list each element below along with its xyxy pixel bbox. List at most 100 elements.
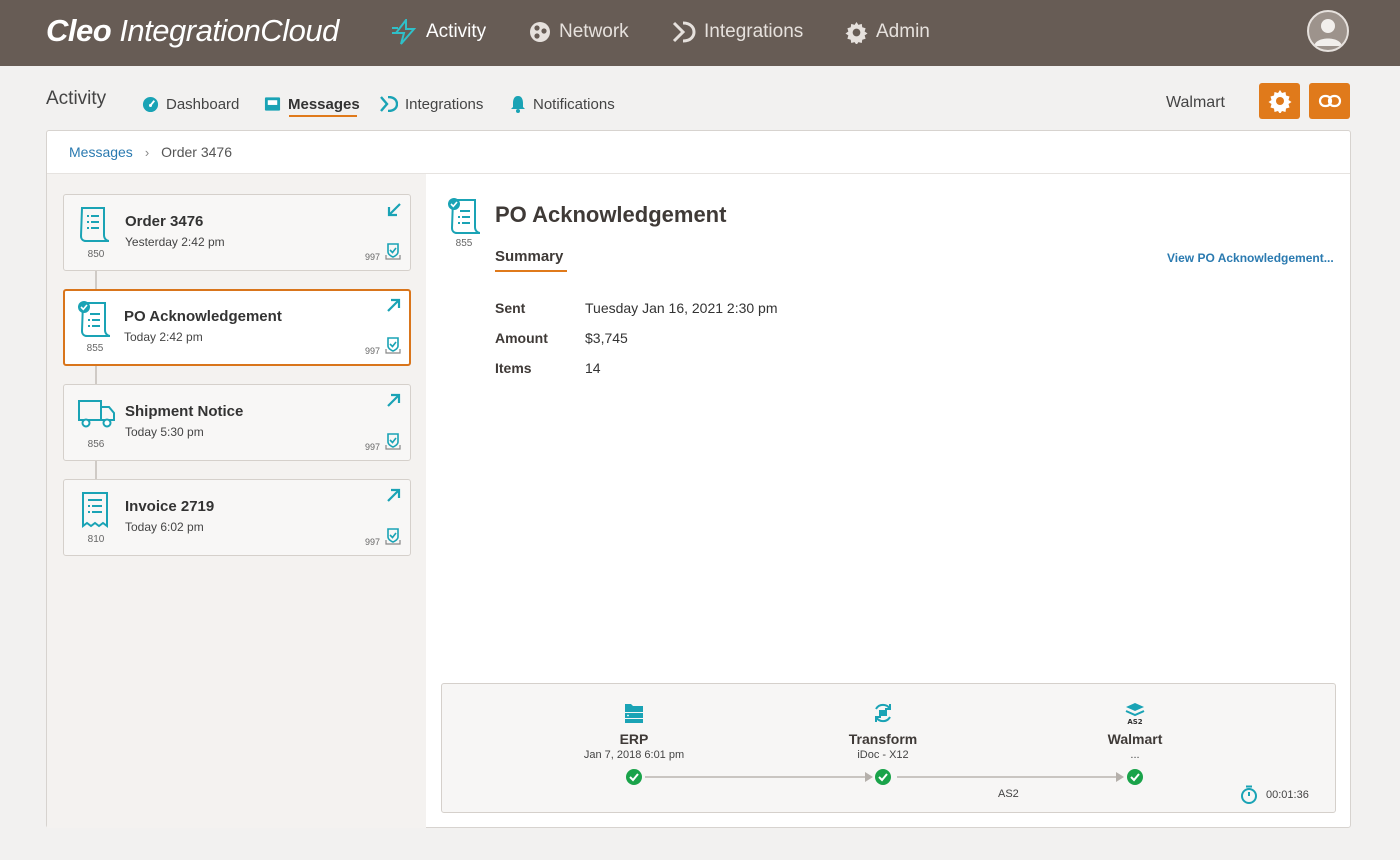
topnav-integrations[interactable]: Integrations	[672, 18, 803, 46]
timeline-connector	[95, 460, 97, 480]
inbox-icon	[264, 97, 281, 111]
subnav-integrations[interactable]: Integrations	[380, 90, 483, 118]
tab-summary[interactable]: Summary	[495, 248, 563, 265]
chevron-right-icon: ›	[144, 144, 150, 160]
ack-received-icon	[385, 528, 401, 545]
ack-received-icon	[385, 433, 401, 450]
document-check-icon	[448, 198, 481, 234]
user-avatar[interactable]	[1307, 10, 1349, 52]
bell-icon	[511, 96, 525, 113]
active-tab-underline	[495, 270, 567, 272]
outbound-arrow-icon	[387, 393, 401, 407]
folder-server-icon	[625, 704, 643, 723]
subnav-messages-label: Messages	[288, 95, 360, 113]
flow-arrow-icon	[865, 772, 873, 782]
partner-name: Walmart	[1166, 94, 1225, 111]
subnav-messages[interactable]: Messages	[264, 90, 360, 118]
edi-code: 850	[87, 249, 105, 260]
activity-bolt-icon	[392, 19, 417, 45]
message-title: PO Acknowledgement	[124, 308, 282, 325]
field-value-amount: $3,745	[585, 330, 628, 346]
active-tab-underline	[289, 115, 357, 117]
truck-icon	[78, 400, 115, 428]
gear-icon	[845, 21, 868, 44]
success-check-icon	[875, 769, 891, 785]
document-check-icon	[78, 301, 111, 337]
ack-received-icon	[385, 337, 401, 354]
breadcrumb-current: Order 3476	[161, 144, 232, 160]
detail-title: PO Acknowledgement	[495, 202, 727, 227]
message-card-order[interactable]: 850 Order 3476 Yesterday 2:42 pm 997	[63, 194, 411, 271]
message-title: Shipment Notice	[125, 403, 244, 420]
section-title: Activity	[46, 88, 107, 109]
subnav-dashboard[interactable]: Dashboard	[142, 90, 239, 118]
success-check-icon	[626, 769, 642, 785]
message-card-invoice[interactable]: 810 Invoice 2719 Today 6:02 pm 997	[63, 479, 411, 556]
partner-settings-button[interactable]	[1259, 83, 1300, 119]
message-title: Invoice 2719	[125, 498, 215, 515]
topnav-admin-label: Admin	[876, 21, 930, 42]
transform-cycle-icon	[875, 703, 891, 723]
field-label-amount: Amount	[495, 330, 548, 346]
top-bar: Cleo IntegrationCloud Activity Network I…	[0, 0, 1400, 66]
field-value-sent: Tuesday Jan 16, 2021 2:30 pm	[585, 300, 778, 316]
topnav-activity[interactable]: Activity	[392, 18, 486, 46]
field-label-sent: Sent	[495, 300, 526, 316]
as2-icon-label: AS2	[1127, 718, 1142, 726]
edi-code: 855	[86, 343, 104, 354]
breadcrumb-messages-link[interactable]: Messages	[69, 144, 133, 160]
field-value-items: 14	[585, 360, 601, 376]
subnav-notifications-label: Notifications	[533, 95, 615, 113]
dashboard-gauge-icon	[142, 96, 159, 112]
gear-icon	[1268, 90, 1291, 113]
message-flow: ERP Jan 7, 2018 6:01 pm Transform iDoc -…	[441, 683, 1336, 813]
brand-logo[interactable]: Cleo IntegrationCloud	[46, 13, 339, 49]
flow-protocol: AS2	[998, 788, 1019, 800]
network-icon	[530, 22, 550, 42]
message-card-po-ack[interactable]: 855 PO Acknowledgement Today 2:42 pm 997	[63, 289, 411, 366]
flow-connector	[645, 776, 867, 778]
ack-code: 997	[364, 346, 380, 356]
partner-link-button[interactable]	[1309, 83, 1350, 119]
subnav-integrations-label: Integrations	[405, 95, 484, 113]
outbound-arrow-icon	[387, 298, 401, 312]
success-check-icon	[1127, 769, 1143, 785]
edi-code: 810	[87, 534, 105, 545]
flow-node-erp-time: Jan 7, 2018 6:01 pm	[583, 749, 685, 761]
message-time: Today 6:02 pm	[125, 520, 204, 534]
flow-arrow-icon	[1116, 772, 1124, 782]
ack-code: 997	[364, 252, 380, 262]
message-time: Today 2:42 pm	[124, 330, 203, 344]
receipt-icon	[82, 492, 108, 528]
subnav-dashboard-label: Dashboard	[166, 95, 240, 113]
topnav-activity-label: Activity	[426, 21, 487, 42]
flow-connector	[897, 776, 1119, 778]
ack-code: 997	[364, 537, 380, 547]
subnav-notifications[interactable]: Notifications	[510, 90, 615, 118]
flow-node-erp: ERP	[619, 731, 649, 747]
message-list: 850 Order 3476 Yesterday 2:42 pm 997 855…	[47, 174, 426, 828]
message-card-shipment[interactable]: 856 Shipment Notice Today 5:30 pm 997	[63, 384, 411, 461]
outbound-arrow-icon	[387, 488, 401, 502]
message-title: Order 3476	[125, 213, 204, 230]
flow-node-transform: Transform	[848, 731, 918, 747]
message-time: Yesterday 2:42 pm	[125, 235, 225, 249]
timeline-connector	[95, 365, 97, 385]
detail-edi-code: 855	[455, 238, 473, 249]
flow-node-walmart: Walmart	[1107, 731, 1163, 747]
as2-stack-icon: AS2	[1125, 703, 1145, 726]
link-icon	[1318, 94, 1341, 108]
topnav-admin[interactable]: Admin	[845, 18, 930, 46]
topnav-network[interactable]: Network	[529, 18, 629, 46]
ack-received-icon	[385, 243, 401, 260]
flow-node-walmart-sub: ...	[1130, 749, 1140, 761]
integrations-icon	[380, 96, 398, 112]
flow-duration: 00:01:36	[1240, 785, 1309, 804]
edi-code: 856	[87, 439, 105, 450]
flow-node-transform-format: iDoc - X12	[857, 749, 909, 761]
message-time: Today 5:30 pm	[125, 425, 204, 439]
flow-duration-value: 00:01:36	[1266, 788, 1309, 801]
topnav-network-label: Network	[559, 21, 629, 42]
inbound-arrow-icon	[387, 203, 401, 217]
view-document-link[interactable]: View PO Acknowledgement...	[1167, 251, 1334, 265]
